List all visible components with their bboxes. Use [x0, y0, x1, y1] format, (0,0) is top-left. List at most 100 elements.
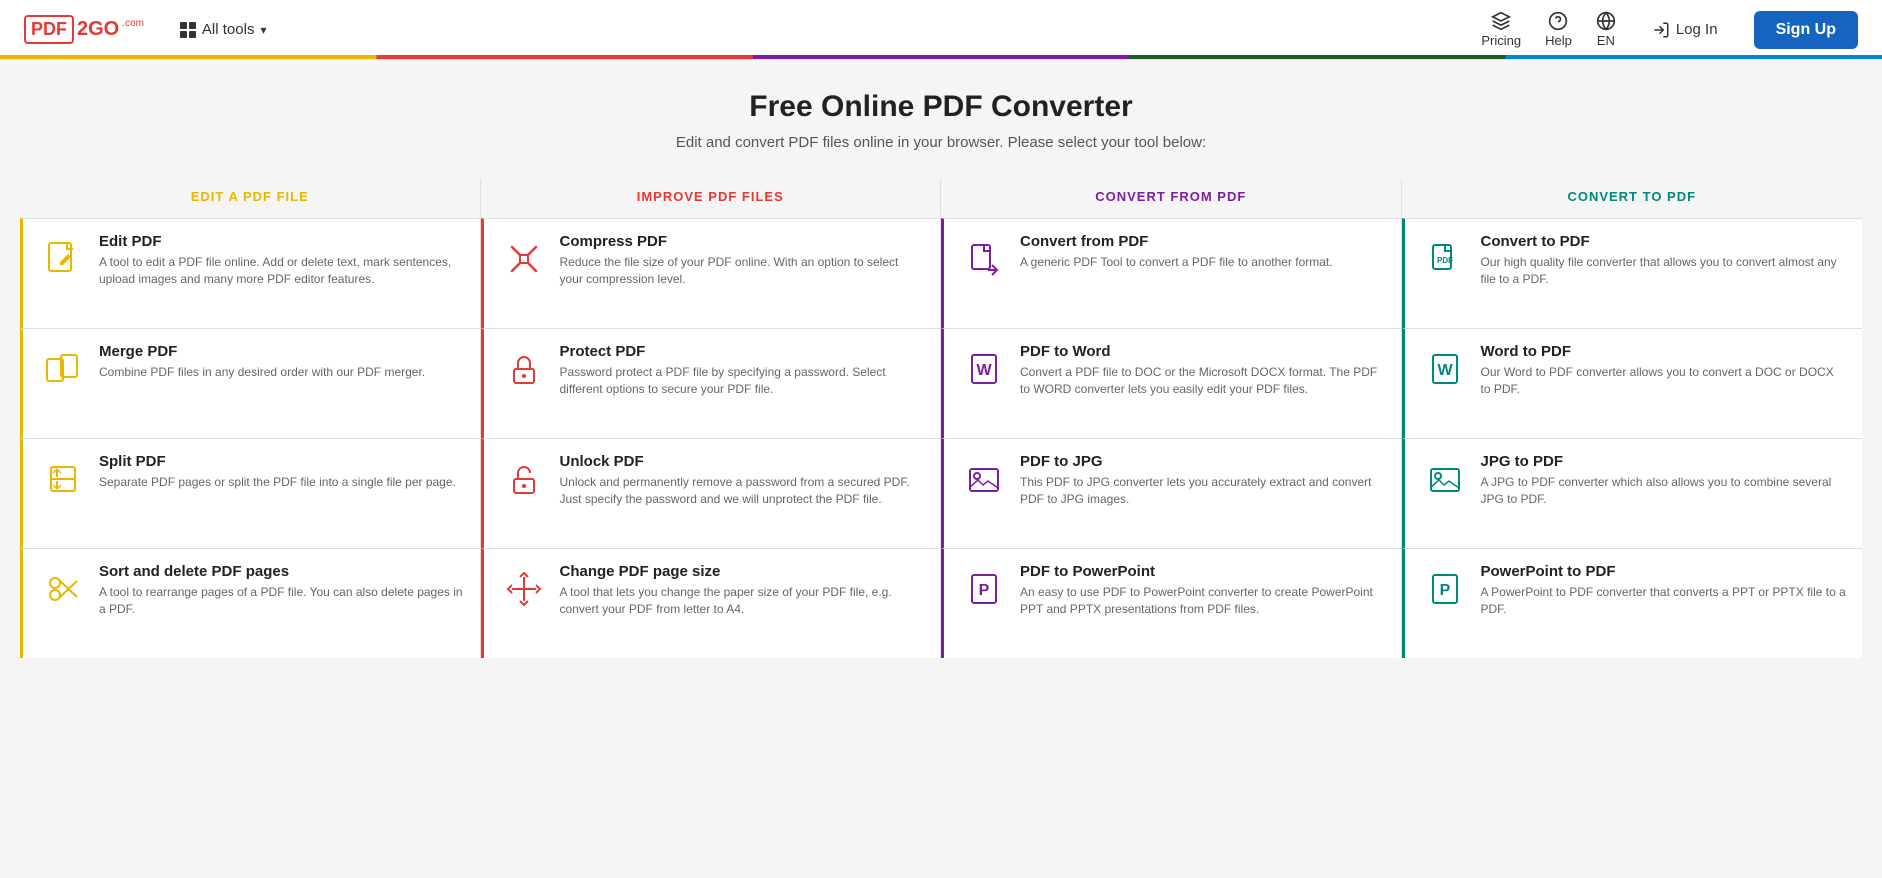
tool-desc-to_pdf-2: A JPG to PDF converter which also allows… — [1481, 474, 1847, 509]
logo-pdf-text: PDF — [24, 15, 74, 44]
tool-card-improve-2[interactable]: Unlock PDF Unlock and permanently remove … — [481, 438, 941, 548]
tools-grid: EDIT A PDF FILE Edit PDF A tool to edit a… — [20, 179, 1862, 658]
tool-title-edit-3: Sort and delete PDF pages — [99, 563, 464, 580]
pricing-icon — [1491, 11, 1511, 31]
tool-info-improve-3: Change PDF page size A tool that lets you… — [560, 563, 925, 619]
tool-desc-improve-2: Unlock and permanently remove a password… — [560, 474, 925, 509]
tool-info-improve-0: Compress PDF Reduce the file size of your… — [560, 233, 925, 289]
tool-info-edit-3: Sort and delete PDF pages A tool to rearr… — [99, 563, 464, 619]
tool-icon-edit-3 — [39, 565, 87, 613]
tool-info-improve-1: Protect PDF Password protect a PDF file b… — [560, 343, 925, 399]
login-button[interactable]: Log In — [1640, 13, 1730, 47]
login-icon — [1652, 21, 1670, 39]
tool-info-from_pdf-2: PDF to JPG This PDF to JPG converter lets… — [1020, 453, 1385, 509]
tool-title-to_pdf-0: Convert to PDF — [1481, 233, 1847, 250]
col-header-edit: EDIT A PDF FILE — [20, 179, 480, 218]
tool-icon-to_pdf-2 — [1421, 455, 1469, 503]
tool-title-edit-0: Edit PDF — [99, 233, 464, 250]
tool-desc-improve-3: A tool that lets you change the paper si… — [560, 584, 925, 619]
tool-title-improve-3: Change PDF page size — [560, 563, 925, 580]
header-nav: Pricing Help EN Log In Sign Up — [1481, 11, 1858, 49]
tool-icon-to_pdf-1: W — [1421, 345, 1469, 393]
globe-icon — [1596, 11, 1616, 31]
header: PDF 2GO .com All tools ▾ Pricing Help — [0, 0, 1882, 60]
tool-title-from_pdf-1: PDF to Word — [1020, 343, 1385, 360]
help-label: Help — [1545, 33, 1572, 48]
nav-help[interactable]: Help — [1545, 11, 1572, 48]
col-header-improve: IMPROVE PDF FILES — [481, 179, 941, 218]
tool-card-to_pdf-1[interactable]: W Word to PDF Our Word to PDF converter a… — [1402, 328, 1863, 438]
tool-icon-to_pdf-0: PDF — [1421, 235, 1469, 283]
tool-card-from_pdf-2[interactable]: PDF to JPG This PDF to JPG converter lets… — [941, 438, 1401, 548]
tool-icon-edit-0 — [39, 235, 87, 283]
tool-desc-from_pdf-3: An easy to use PDF to PowerPoint convert… — [1020, 584, 1385, 619]
col-to_pdf: CONVERT TO PDF PDF Convert to PDFOur hig… — [1402, 179, 1863, 658]
tool-card-improve-0[interactable]: Compress PDF Reduce the file size of your… — [481, 218, 941, 328]
tool-desc-edit-2: Separate PDF pages or split the PDF file… — [99, 474, 464, 491]
tool-card-to_pdf-0[interactable]: PDF Convert to PDFOur high quality file … — [1402, 218, 1863, 328]
tool-card-edit-1[interactable]: Merge PDFCombine PDF files in any desire… — [20, 328, 480, 438]
tool-info-from_pdf-3: PDF to PowerPoint An easy to use PDF to P… — [1020, 563, 1385, 619]
tool-icon-improve-1 — [500, 345, 548, 393]
tool-card-from_pdf-1[interactable]: W PDF to Word Convert a PDF file to DOC o… — [941, 328, 1401, 438]
tool-title-improve-1: Protect PDF — [560, 343, 925, 360]
tool-desc-to_pdf-1: Our Word to PDF converter allows you to … — [1481, 364, 1847, 399]
tool-card-edit-2[interactable]: Split PDF Separate PDF pages or split the… — [20, 438, 480, 548]
tool-icon-improve-2 — [500, 455, 548, 503]
tool-title-from_pdf-3: PDF to PowerPoint — [1020, 563, 1385, 580]
tool-desc-edit-0: A tool to edit a PDF file online. Add or… — [99, 254, 464, 289]
tool-info-to_pdf-2: JPG to PDF A JPG to PDF converter which a… — [1481, 453, 1847, 509]
signup-label: Sign Up — [1776, 21, 1836, 38]
tool-icon-edit-1 — [39, 345, 87, 393]
main-content: Free Online PDF Converter Edit and conve… — [0, 60, 1882, 678]
svg-text:W: W — [976, 362, 992, 379]
tool-card-from_pdf-3[interactable]: P PDF to PowerPointAn easy to use PDF to… — [941, 548, 1401, 658]
tool-title-to_pdf-1: Word to PDF — [1481, 343, 1847, 360]
logo[interactable]: PDF 2GO .com — [24, 15, 144, 44]
tool-title-improve-2: Unlock PDF — [560, 453, 925, 470]
grid-icon — [180, 22, 196, 38]
tool-info-from_pdf-1: PDF to Word Convert a PDF file to DOC or … — [1020, 343, 1385, 399]
tool-info-to_pdf-0: Convert to PDFOur high quality file conv… — [1481, 233, 1847, 289]
tool-desc-from_pdf-1: Convert a PDF file to DOC or the Microso… — [1020, 364, 1385, 399]
all-tools-button[interactable]: All tools ▾ — [168, 13, 279, 46]
tool-icon-from_pdf-2 — [960, 455, 1008, 503]
tool-card-edit-0[interactable]: Edit PDF A tool to edit a PDF file online… — [20, 218, 480, 328]
tool-icon-from_pdf-0 — [960, 235, 1008, 283]
tool-desc-improve-1: Password protect a PDF file by specifyin… — [560, 364, 925, 399]
tool-desc-edit-3: A tool to rearrange pages of a PDF file.… — [99, 584, 464, 619]
tool-info-to_pdf-1: Word to PDF Our Word to PDF converter all… — [1481, 343, 1847, 399]
tool-card-improve-3[interactable]: Change PDF page size A tool that lets you… — [481, 548, 941, 658]
chevron-down-icon: ▾ — [260, 23, 266, 37]
tool-card-improve-1[interactable]: Protect PDF Password protect a PDF file b… — [481, 328, 941, 438]
svg-text:W: W — [1437, 362, 1453, 379]
col-edit: EDIT A PDF FILE Edit PDF A tool to edit a… — [20, 179, 481, 658]
tool-title-from_pdf-2: PDF to JPG — [1020, 453, 1385, 470]
nav-pricing[interactable]: Pricing — [1481, 11, 1521, 48]
logo-2go-text: 2GO — [77, 18, 119, 41]
tool-icon-improve-0 — [500, 235, 548, 283]
tool-title-to_pdf-3: PowerPoint to PDF — [1481, 563, 1847, 580]
tool-info-edit-2: Split PDF Separate PDF pages or split the… — [99, 453, 464, 491]
signup-button[interactable]: Sign Up — [1754, 11, 1858, 49]
nav-language[interactable]: EN — [1596, 11, 1616, 48]
tool-card-to_pdf-3[interactable]: P PowerPoint to PDFA PowerPoint to PDF c… — [1402, 548, 1863, 658]
tool-card-edit-3[interactable]: Sort and delete PDF pages A tool to rearr… — [20, 548, 480, 658]
tool-icon-improve-3 — [500, 565, 548, 613]
tool-title-improve-0: Compress PDF — [560, 233, 925, 250]
tool-info-edit-0: Edit PDF A tool to edit a PDF file online… — [99, 233, 464, 289]
tool-icon-edit-2 — [39, 455, 87, 503]
tool-desc-from_pdf-2: This PDF to JPG converter lets you accur… — [1020, 474, 1385, 509]
tool-title-edit-2: Split PDF — [99, 453, 464, 470]
page-subtitle: Edit and convert PDF files online in you… — [20, 134, 1862, 151]
tool-title-to_pdf-2: JPG to PDF — [1481, 453, 1847, 470]
col-from_pdf: CONVERT FROM PDF Convert from PDFA gener… — [941, 179, 1402, 658]
page-title: Free Online PDF Converter — [20, 90, 1862, 124]
tool-desc-improve-0: Reduce the file size of your PDF online.… — [560, 254, 925, 289]
tool-card-from_pdf-0[interactable]: Convert from PDFA generic PDF Tool to co… — [941, 218, 1401, 328]
login-label: Log In — [1676, 21, 1718, 38]
tool-info-improve-2: Unlock PDF Unlock and permanently remove … — [560, 453, 925, 509]
tool-title-from_pdf-0: Convert from PDF — [1020, 233, 1385, 250]
tool-card-to_pdf-2[interactable]: JPG to PDF A JPG to PDF converter which a… — [1402, 438, 1863, 548]
tool-info-to_pdf-3: PowerPoint to PDFA PowerPoint to PDF con… — [1481, 563, 1847, 619]
